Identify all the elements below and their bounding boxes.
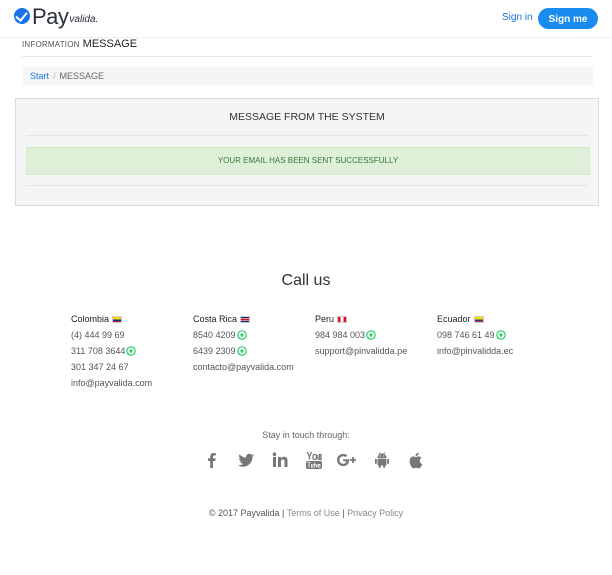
page-title-small: INFORMATION xyxy=(22,40,80,49)
phone-line[interactable]: 098 746 61 49 xyxy=(437,327,513,343)
email-text: info@payvalida.com xyxy=(71,378,153,388)
contact-column-ecuador: Ecuador 098 746 61 49 info@pinvalidda.ec xyxy=(437,311,513,359)
youtube-icon[interactable] xyxy=(297,450,331,472)
panel-divider-top xyxy=(26,135,588,136)
country-name: Colombia xyxy=(71,311,152,327)
footer-copyright: © 2017 Payvalida | Terms of Use | Privac… xyxy=(0,508,612,518)
country-name: Peru xyxy=(315,311,407,327)
logo-pay-text: Pay xyxy=(32,4,69,29)
social-icons xyxy=(195,450,433,472)
country-label: Colombia xyxy=(71,314,110,324)
contact-column-costa-rica: Costa Rica 8540 4209 6439 2309 contacto@… xyxy=(193,311,294,375)
payvalida-logo[interactable]: Pay valida. xyxy=(14,6,98,28)
whatsapp-icon xyxy=(236,346,247,356)
country-label: Peru xyxy=(315,314,335,324)
logo-valida-text: valida. xyxy=(69,14,99,25)
whatsapp-icon xyxy=(236,330,247,340)
panel-title: MESSAGE FROM THE SYSTEM xyxy=(229,111,385,123)
country-label: Ecuador xyxy=(437,314,471,324)
terms-of-use-link[interactable]: Terms of Use xyxy=(287,508,340,518)
footer-divider: | xyxy=(342,508,345,518)
email-text: support@pinvalidda.pe xyxy=(315,346,408,356)
page-title: INFORMATION MESSAGE xyxy=(22,38,137,50)
phone-line[interactable]: 6439 2309 xyxy=(193,343,294,359)
google-plus-icon[interactable] xyxy=(331,450,365,472)
phone-text: 8540 4209 xyxy=(193,330,236,340)
phone-text: 311 708 3644 xyxy=(71,346,126,356)
phone-text: 984 984 003 xyxy=(315,330,366,340)
phone-line[interactable]: 8540 4209 xyxy=(193,327,294,343)
stay-in-touch-label: Stay in touch through: xyxy=(262,430,350,440)
phone-text: (4) 444 99 69 xyxy=(71,330,125,340)
country-label: Costa Rica xyxy=(193,314,238,324)
email-text: contacto@payvalida.com xyxy=(193,362,294,372)
country-name: Ecuador xyxy=(437,311,513,327)
copyright-text: © 2017 Payvalida xyxy=(208,508,280,518)
panel-divider-bottom xyxy=(26,185,588,186)
phone-line[interactable]: (4) 444 99 69 xyxy=(71,327,152,343)
email-line[interactable]: info@pinvalidda.ec xyxy=(437,343,513,359)
phone-text: 098 746 61 49 xyxy=(437,330,495,340)
phone-text: 6439 2309 xyxy=(193,346,236,356)
contact-column-colombia: Colombia (4) 444 99 69 311 708 3644 301 … xyxy=(71,311,152,391)
success-alert: YOUR EMAIL HAS BEEN SENT SUCCESSFULLY xyxy=(26,147,590,175)
sign-up-button[interactable]: Sign me up xyxy=(538,8,598,46)
breadcrumb-start-link[interactable]: Start xyxy=(30,71,49,81)
title-divider xyxy=(22,56,592,57)
breadcrumb-current: MESSAGE xyxy=(59,71,105,81)
facebook-icon[interactable] xyxy=(195,450,229,472)
breadcrumb: Start / MESSAGE xyxy=(23,67,593,85)
email-line[interactable]: info@payvalida.com xyxy=(71,375,152,391)
ecuador-flag-icon xyxy=(473,315,484,323)
phone-line[interactable]: 984 984 003 xyxy=(315,327,407,343)
apple-icon[interactable] xyxy=(399,450,433,472)
email-line[interactable]: support@pinvalidda.pe xyxy=(315,343,407,359)
contact-column-peru: Peru 984 984 003 support@pinvalidda.pe xyxy=(315,311,407,359)
breadcrumb-separator: / xyxy=(53,71,56,81)
phone-line[interactable]: 311 708 3644 xyxy=(71,343,152,359)
whatsapp-icon xyxy=(126,346,137,356)
peru-flag-icon xyxy=(337,315,348,323)
sign-in-link[interactable]: Sign in xyxy=(502,12,533,23)
costa-rica-flag-icon xyxy=(240,315,251,323)
message-panel: MESSAGE FROM THE SYSTEM YOUR EMAIL HAS B… xyxy=(15,98,599,206)
twitter-icon[interactable] xyxy=(229,450,263,472)
email-line[interactable]: contacto@payvalida.com xyxy=(193,359,294,375)
check-icon xyxy=(14,8,30,24)
top-header: Pay valida. Sign in Sign me up xyxy=(0,0,612,46)
email-text: info@pinvalidda.ec xyxy=(437,346,514,356)
whatsapp-icon xyxy=(366,330,376,340)
footer-divider: | xyxy=(282,508,285,518)
page-title-main: MESSAGE xyxy=(82,38,138,50)
phone-line[interactable]: 301 347 24 67 xyxy=(71,359,152,375)
privacy-policy-link[interactable]: Privacy Policy xyxy=(347,508,403,518)
linkedin-icon[interactable] xyxy=(263,450,297,472)
country-name: Costa Rica xyxy=(193,311,294,327)
colombia-flag-icon xyxy=(112,315,123,323)
android-icon[interactable] xyxy=(365,450,399,472)
phone-text: 301 347 24 67 xyxy=(71,362,129,372)
whatsapp-icon xyxy=(495,330,506,340)
call-us-heading: Call us xyxy=(281,272,331,289)
